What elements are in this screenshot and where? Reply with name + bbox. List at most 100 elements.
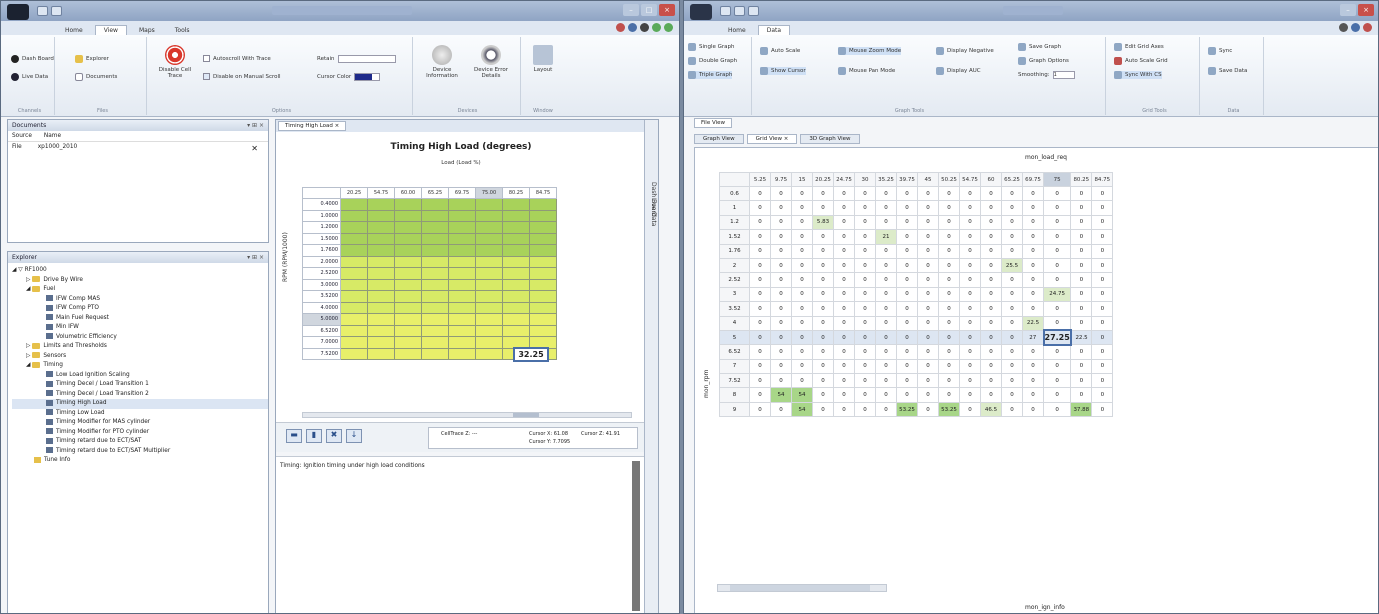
grid-cell[interactable]: 0 — [749, 185, 771, 202]
tab-maps[interactable]: Maps — [131, 26, 163, 35]
map-cell[interactable] — [529, 255, 557, 268]
grid-cell[interactable]: 0 — [1042, 272, 1072, 288]
map-cell[interactable] — [421, 324, 449, 337]
grid-cell[interactable]: 0 — [854, 387, 876, 403]
grid-cell[interactable]: 0 — [959, 272, 981, 288]
map-cell[interactable] — [367, 221, 395, 234]
grid-cell[interactable]: 0 — [875, 185, 897, 202]
map-cell[interactable] — [502, 198, 530, 211]
map-cell[interactable] — [367, 278, 395, 291]
tree-node[interactable]: Timing Modifier for MAS cylinder — [12, 418, 268, 428]
column-header[interactable]: 9.75 — [770, 172, 792, 187]
grid-cell[interactable]: 0 — [875, 401, 897, 418]
grid-cell[interactable]: 0 — [959, 358, 981, 375]
sync-button[interactable]: Sync — [1208, 47, 1232, 55]
row-header[interactable]: 1.2 — [719, 214, 750, 231]
grid-cell[interactable]: 0 — [980, 272, 1002, 288]
grid-cell[interactable]: 0 — [770, 329, 792, 346]
map-cell[interactable] — [448, 336, 476, 349]
map-cell[interactable] — [448, 347, 476, 360]
grid-cell[interactable]: 0 — [1070, 315, 1093, 331]
map-cell[interactable] — [502, 244, 530, 257]
grid-cell[interactable]: 0 — [938, 315, 960, 331]
grid-cell[interactable]: 0 — [833, 286, 855, 303]
mouse-pan-button[interactable]: Mouse Pan Mode — [838, 67, 895, 75]
grid-cell[interactable]: 0 — [980, 344, 1002, 360]
column-header[interactable]: 20.25 — [812, 172, 834, 187]
grid-cell[interactable]: 0 — [1070, 301, 1093, 317]
row-header[interactable]: 1.7600 — [302, 244, 341, 257]
map-cell[interactable] — [421, 255, 449, 268]
auto-scale-grid-button[interactable]: Auto Scale Grid — [1114, 57, 1168, 65]
grid-cell[interactable]: 0 — [1042, 229, 1072, 245]
show-cursor-button[interactable]: Show Cursor — [760, 67, 806, 75]
row-header[interactable]: 3.52 — [719, 301, 750, 317]
grid-cell[interactable]: 53.25 — [896, 401, 918, 418]
map-cell[interactable] — [421, 221, 449, 234]
grid-cell[interactable]: 0 — [1022, 272, 1044, 288]
grid-cell[interactable]: 0 — [812, 344, 834, 360]
map-cell[interactable] — [394, 347, 422, 360]
grid-cell[interactable]: 0 — [791, 286, 813, 303]
grid-cell[interactable]: 0 — [1070, 358, 1093, 375]
map-cell[interactable] — [340, 244, 368, 257]
mouse-zoom-button[interactable]: Mouse Zoom Mode — [838, 47, 902, 55]
grid-cell[interactable]: 0 — [938, 373, 960, 389]
grid-cell[interactable]: 0 — [833, 243, 855, 259]
grid-cell[interactable]: 0 — [980, 185, 1002, 202]
grid-cell[interactable]: 27 — [1022, 329, 1044, 346]
grid-cell[interactable]: 0 — [1022, 286, 1044, 303]
map-cell[interactable] — [394, 198, 422, 211]
row-header[interactable]: 6.52 — [719, 344, 750, 360]
tab-data[interactable]: Data — [757, 25, 791, 35]
column-header[interactable]: 24.75 — [833, 172, 855, 187]
grid-cell[interactable]: 0 — [1001, 373, 1023, 389]
map-cell[interactable] — [529, 278, 557, 291]
tree-node[interactable]: Timing Low Load — [12, 409, 268, 419]
grid-cell[interactable]: 0 — [1091, 301, 1114, 317]
grid-cell[interactable]: 0 — [854, 329, 876, 346]
tree-node[interactable]: Low Load Ignition Scaling — [12, 371, 268, 381]
map-cell[interactable] — [340, 290, 368, 303]
grid-cell[interactable]: 0 — [938, 286, 960, 303]
smoothing-select[interactable]: Smoothing: 1 — [1018, 71, 1075, 79]
map-cell[interactable] — [367, 313, 395, 326]
minus-icon[interactable]: ▬ — [286, 429, 302, 443]
tree-node[interactable]: Main Fuel Request — [12, 314, 268, 324]
tree-node[interactable]: Timing retard due to ECT/SAT — [12, 437, 268, 447]
map-tab[interactable]: Timing High Load × — [278, 121, 347, 131]
grid-cell[interactable]: 0 — [812, 257, 834, 274]
grid-cell[interactable]: 0 — [1042, 401, 1072, 418]
map-cell[interactable] — [394, 221, 422, 234]
grid-cell[interactable]: 0 — [1022, 200, 1044, 216]
grid-cell[interactable]: 0 — [770, 315, 792, 331]
map-cell[interactable] — [394, 278, 422, 291]
documents-button[interactable]: Documents — [75, 73, 117, 81]
graph-options-button[interactable]: Graph Options — [1018, 57, 1069, 65]
grid-cell[interactable]: 0 — [1001, 344, 1023, 360]
grid-cell[interactable]: 0 — [938, 257, 960, 274]
grid-cell[interactable]: 0 — [833, 301, 855, 317]
map-cell[interactable] — [340, 209, 368, 222]
map-cell[interactable] — [340, 221, 368, 234]
grid-cell[interactable]: 0 — [959, 401, 981, 418]
green-icon-2[interactable] — [664, 23, 673, 32]
grid-cell[interactable]: 0 — [791, 344, 813, 360]
grid-cell[interactable]: 0 — [812, 200, 834, 216]
grid-cell[interactable]: 0 — [980, 329, 1002, 346]
grid-cell[interactable]: 0 — [833, 214, 855, 231]
map-cell[interactable] — [448, 209, 476, 222]
panel-pin-icon[interactable]: ▾ ⊞ × — [247, 252, 264, 263]
grid-cell[interactable]: 0 — [917, 185, 939, 202]
map-cell[interactable] — [340, 232, 368, 245]
row-header[interactable]: 2 — [719, 257, 750, 274]
grid-cell[interactable]: 0 — [812, 229, 834, 245]
column-header[interactable]: 65.25 — [1001, 172, 1023, 187]
grid-cell[interactable]: 0 — [854, 243, 876, 259]
grid-cell[interactable]: 0 — [938, 185, 960, 202]
map-cell[interactable] — [394, 336, 422, 349]
map-cell[interactable] — [502, 290, 530, 303]
column-header[interactable]: 69.75 — [1022, 172, 1044, 187]
grid-cell[interactable]: 0 — [896, 272, 918, 288]
settings-icon[interactable] — [640, 23, 649, 32]
